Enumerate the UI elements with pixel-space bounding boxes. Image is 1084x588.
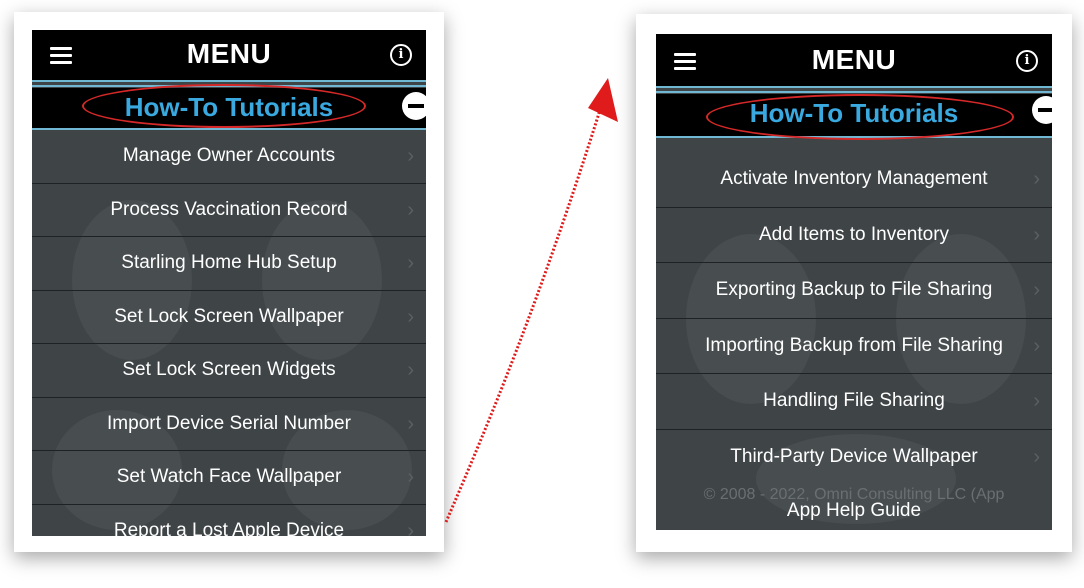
arrow-head xyxy=(588,78,618,122)
red-arrow-annotation xyxy=(444,78,618,523)
arrow-line xyxy=(444,109,602,523)
